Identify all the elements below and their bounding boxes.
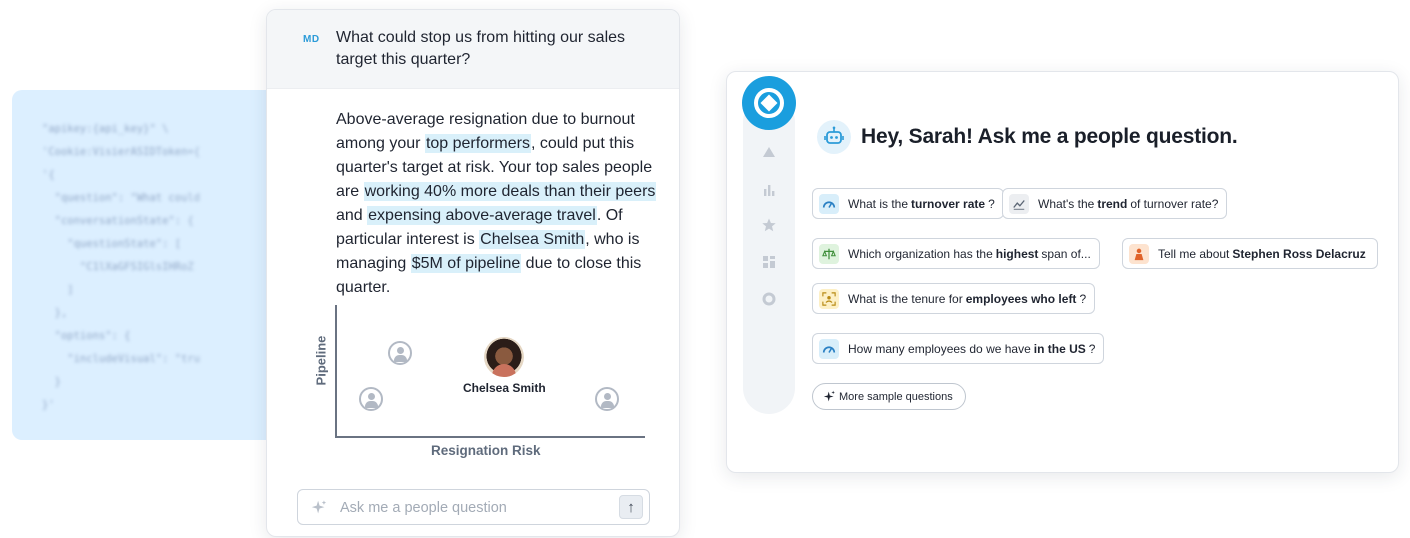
y-axis-line xyxy=(335,305,337,437)
sample-question-tenure-leavers[interactable]: What is the tenure for employees who left… xyxy=(812,283,1096,314)
scale-icon xyxy=(819,243,839,264)
answer-highlight[interactable]: working 40% more deals than their peers xyxy=(363,182,657,201)
answer-highlight[interactable]: Chelsea Smith xyxy=(479,230,586,249)
people-question-input[interactable] xyxy=(340,498,610,518)
chip-text: What is the xyxy=(848,196,909,211)
sample-question-employee-profile[interactable]: Tell me about Stephen Ross Delacruz xyxy=(1122,238,1378,269)
x-axis-label: Resignation Risk xyxy=(431,443,541,458)
chip-text: ? xyxy=(988,196,995,211)
person-point-icon[interactable] xyxy=(359,387,383,411)
chip-text: Tell me about xyxy=(1158,246,1230,261)
chip-bold-text: turnover rate xyxy=(911,196,986,211)
gauge-icon xyxy=(819,338,839,359)
sparkle-icon xyxy=(823,390,835,402)
risk-scatter-chart: Pipeline Chelsea Smith Resignation Risk xyxy=(303,305,653,465)
answer-highlight[interactable]: expensing above-average travel xyxy=(367,206,597,225)
chip-text: span of... xyxy=(1041,246,1091,261)
user-question-row: MD What could stop us from hitting our s… xyxy=(267,10,679,89)
sample-question-turnover-trend[interactable]: What's the trend of turnover rate? xyxy=(1002,188,1228,219)
circle-icon[interactable] xyxy=(761,291,777,307)
chip-text: Which organization has the xyxy=(848,246,993,261)
chip-bold-text: highest xyxy=(995,246,1039,261)
chip-text: ? xyxy=(1079,291,1087,306)
chip-bold-text: Stephen Ross Delacruz xyxy=(1232,246,1366,261)
chip-text: How many employees do we have xyxy=(848,341,1031,356)
sparkle-icon xyxy=(311,500,327,514)
answer-highlight[interactable]: $5M of pipeline xyxy=(410,254,522,273)
chat-panel: MD What could stop us from hitting our s… xyxy=(266,9,680,537)
chip-bold-text: in the US xyxy=(1033,341,1086,356)
sample-question-turnover-rate[interactable]: What is the turnover rate? xyxy=(812,188,1004,219)
send-button[interactable]: ↑ xyxy=(619,495,643,519)
gauge-icon xyxy=(819,193,839,214)
user-question: What could stop us from hitting our sale… xyxy=(336,29,626,68)
assistant-answer: Above-average resignation due to burnout… xyxy=(336,108,666,300)
bar-chart-icon[interactable] xyxy=(761,182,777,198)
y-axis-label: Pipeline xyxy=(313,335,329,386)
triangle-icon[interactable] xyxy=(761,144,777,160)
chip-bold-text: employees who left xyxy=(965,291,1077,306)
focus-person-icon xyxy=(819,288,839,309)
answer-highlight[interactable]: top performers xyxy=(424,134,531,153)
logo-icon[interactable] xyxy=(742,76,796,130)
sample-question-span-of-control[interactable]: Which organization has the highest span of… xyxy=(812,238,1100,269)
answer-text: and xyxy=(336,207,368,224)
person-point-icon[interactable] xyxy=(388,341,412,365)
chip-bold-text: trend xyxy=(1097,196,1128,211)
person-icon xyxy=(1129,243,1149,264)
robot-icon xyxy=(817,120,851,154)
chip-text: ? xyxy=(1088,341,1096,356)
sample-question-us-headcount[interactable]: How many employees do we have in the US? xyxy=(812,333,1105,364)
chat-input-box: ↑ xyxy=(297,489,650,525)
assistant-panel: Hey, Sarah! Ask me a people question. Wh… xyxy=(726,71,1399,473)
dashboard-icon[interactable] xyxy=(761,254,777,270)
more-sample-questions-label: More sample questions xyxy=(839,390,953,403)
more-sample-questions-button[interactable]: More sample questions xyxy=(812,383,966,410)
chip-text: What's the xyxy=(1038,196,1095,211)
greeting-title: Hey, Sarah! Ask me a people question. xyxy=(861,125,1238,148)
chip-text: What is the tenure for xyxy=(848,291,963,306)
trend-icon xyxy=(1009,193,1029,214)
star-icon[interactable] xyxy=(761,217,777,233)
person-point-icon[interactable] xyxy=(595,387,619,411)
x-axis-line xyxy=(335,436,645,438)
point-label: Chelsea Smith xyxy=(463,381,546,395)
chip-text: of turnover rate? xyxy=(1130,196,1219,211)
user-initials-avatar: MD xyxy=(303,34,320,45)
chelsea-smith-avatar[interactable] xyxy=(484,337,524,377)
